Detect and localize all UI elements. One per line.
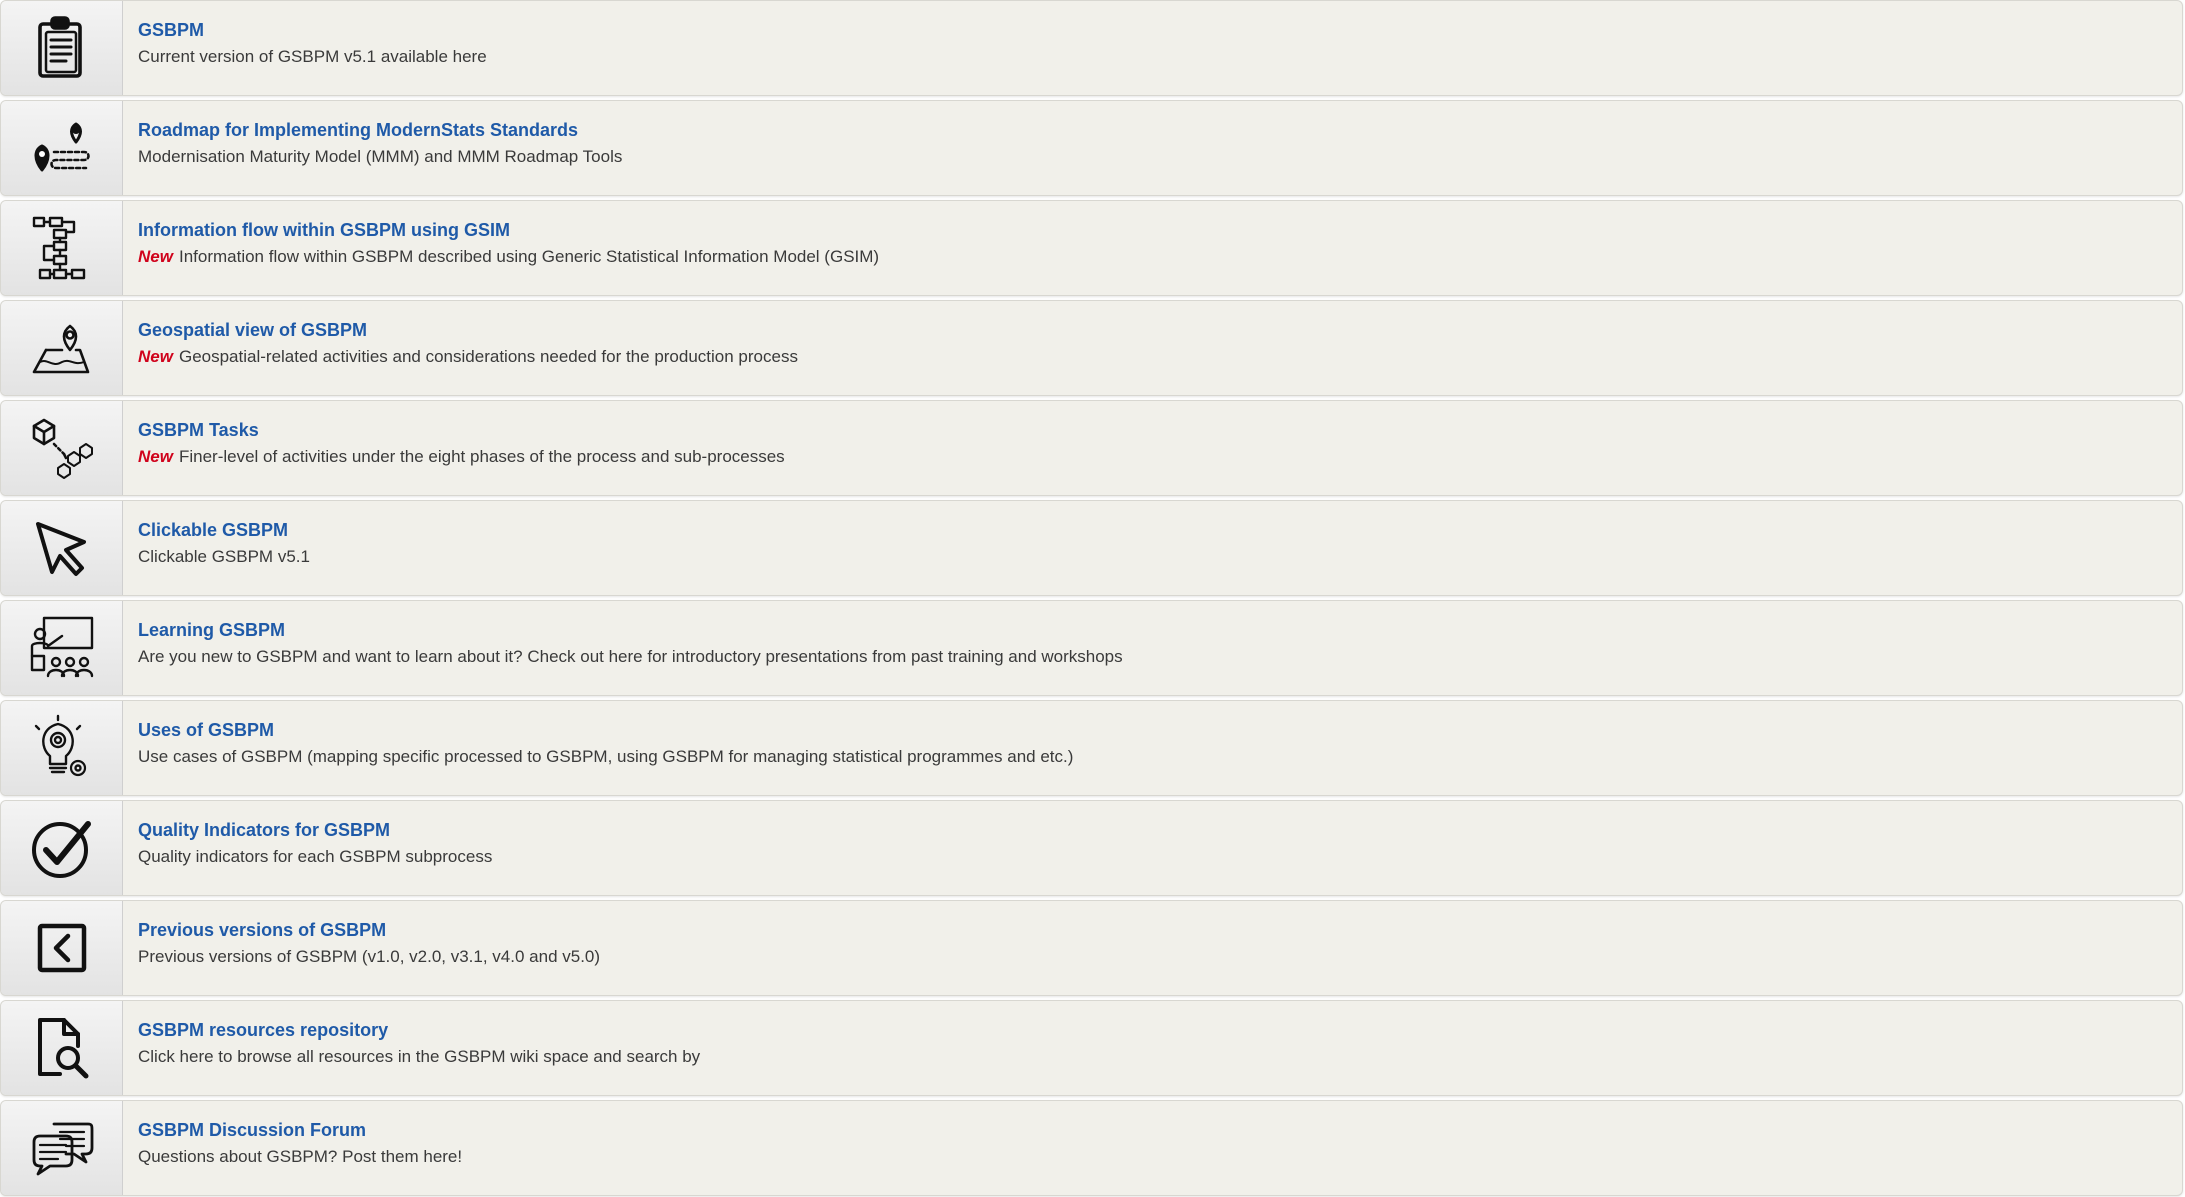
item-title-link[interactable]: Quality Indicators for GSBPM bbox=[138, 818, 492, 842]
item-description-text: Are you new to GSBPM and want to learn a… bbox=[138, 647, 1123, 666]
item-title-link[interactable]: GSBPM Discussion Forum bbox=[138, 1118, 462, 1142]
item-title-link[interactable]: Clickable GSBPM bbox=[138, 518, 310, 542]
item-title-link[interactable]: Learning GSBPM bbox=[138, 618, 1123, 642]
item-description: New Finer-level of activities under the e… bbox=[138, 445, 785, 469]
new-badge: New bbox=[138, 247, 173, 266]
item-description-text: Click here to browse all resources in th… bbox=[138, 1047, 701, 1066]
list-item[interactable]: GSBPM Tasks New Finer-level of activities… bbox=[0, 400, 2183, 496]
resource-list: GSBPM Current version of GSBPM v5.1 avai… bbox=[0, 0, 2185, 1197]
new-badge: New bbox=[138, 447, 173, 466]
item-title-link[interactable]: Information flow within GSBPM using GSIM bbox=[138, 218, 879, 242]
item-description-text: Information flow within GSBPM described … bbox=[178, 247, 880, 266]
item-description: Click here to browse all resources in th… bbox=[138, 1045, 700, 1069]
item-description-text: Use cases of GSBPM (mapping specific pro… bbox=[138, 747, 1074, 766]
map-pin-icon bbox=[1, 301, 123, 395]
item-description: Modernisation Maturity Model (MMM) and M… bbox=[138, 145, 622, 169]
item-description-text: Clickable GSBPM v5.1 bbox=[138, 547, 310, 566]
item-description-text: Geospatial-related activities and consid… bbox=[178, 347, 798, 366]
item-description-text: Quality indicators for each GSBPM subpro… bbox=[138, 847, 493, 866]
item-description: Current version of GSBPM v5.1 available … bbox=[138, 45, 487, 69]
item-title-link[interactable]: Geospatial view of GSBPM bbox=[138, 318, 798, 342]
item-description-text: Current version of GSBPM v5.1 available … bbox=[138, 47, 487, 66]
item-description: Are you new to GSBPM and want to learn a… bbox=[138, 645, 1123, 669]
new-badge: New bbox=[138, 347, 173, 366]
item-description: Quality indicators for each GSBPM subpro… bbox=[138, 845, 492, 869]
list-item[interactable]: Information flow within GSBPM using GSIM… bbox=[0, 200, 2183, 296]
document-search-icon bbox=[1, 1001, 123, 1095]
list-item[interactable]: Learning GSBPM Are you new to GSBPM and … bbox=[0, 600, 2183, 696]
item-title-link[interactable]: GSBPM Tasks bbox=[138, 418, 785, 442]
list-item[interactable]: GSBPM Discussion Forum Questions about G… bbox=[0, 1100, 2183, 1196]
item-title-link[interactable]: Roadmap for Implementing ModernStats Sta… bbox=[138, 118, 622, 142]
item-title-link[interactable]: Uses of GSBPM bbox=[138, 718, 1073, 742]
item-description: Use cases of GSBPM (mapping specific pro… bbox=[138, 745, 1073, 769]
lightbulb-gear-icon bbox=[1, 701, 123, 795]
list-item[interactable]: Geospatial view of GSBPM New Geospatial-r… bbox=[0, 300, 2183, 396]
item-description-text: Modernisation Maturity Model (MMM) and M… bbox=[138, 147, 623, 166]
item-description: Clickable GSBPM v5.1 bbox=[138, 545, 310, 569]
checkmark-icon bbox=[1, 801, 123, 895]
item-title-link[interactable]: GSBPM resources repository bbox=[138, 1018, 700, 1042]
item-description: Previous versions of GSBPM (v1.0, v2.0, … bbox=[138, 945, 600, 969]
list-item[interactable]: Previous versions of GSBPM Previous vers… bbox=[0, 900, 2183, 996]
item-description: Questions about GSBPM? Post them here! bbox=[138, 1145, 462, 1169]
flow-diagram-icon bbox=[1, 201, 123, 295]
presentation-icon bbox=[1, 601, 123, 695]
item-title-link[interactable]: GSBPM bbox=[138, 18, 487, 42]
chat-bubbles-icon bbox=[1, 1101, 123, 1195]
tasks-icon bbox=[1, 401, 123, 495]
list-item[interactable]: Uses of GSBPM Use cases of GSBPM (mappin… bbox=[0, 700, 2183, 796]
item-description-text: Finer-level of activities under the eigh… bbox=[178, 447, 785, 466]
roadmap-icon bbox=[1, 101, 123, 195]
cursor-icon bbox=[1, 501, 123, 595]
item-description-text: Questions about GSBPM? Post them here! bbox=[138, 1147, 463, 1166]
back-arrow-icon bbox=[1, 901, 123, 995]
item-description: New Geospatial-related activities and con… bbox=[138, 345, 798, 369]
item-description-text: Previous versions of GSBPM (v1.0, v2.0, … bbox=[138, 947, 601, 966]
list-item[interactable]: Quality Indicators for GSBPM Quality ind… bbox=[0, 800, 2183, 896]
item-title-link[interactable]: Previous versions of GSBPM bbox=[138, 918, 600, 942]
item-description: New Information flow within GSBPM describ… bbox=[138, 245, 879, 269]
list-item[interactable]: Clickable GSBPM Clickable GSBPM v5.1 bbox=[0, 500, 2183, 596]
document-icon bbox=[1, 1, 123, 95]
list-item[interactable]: GSBPM Current version of GSBPM v5.1 avai… bbox=[0, 0, 2183, 96]
list-item[interactable]: Roadmap for Implementing ModernStats Sta… bbox=[0, 100, 2183, 196]
list-item[interactable]: GSBPM resources repository Click here to… bbox=[0, 1000, 2183, 1096]
